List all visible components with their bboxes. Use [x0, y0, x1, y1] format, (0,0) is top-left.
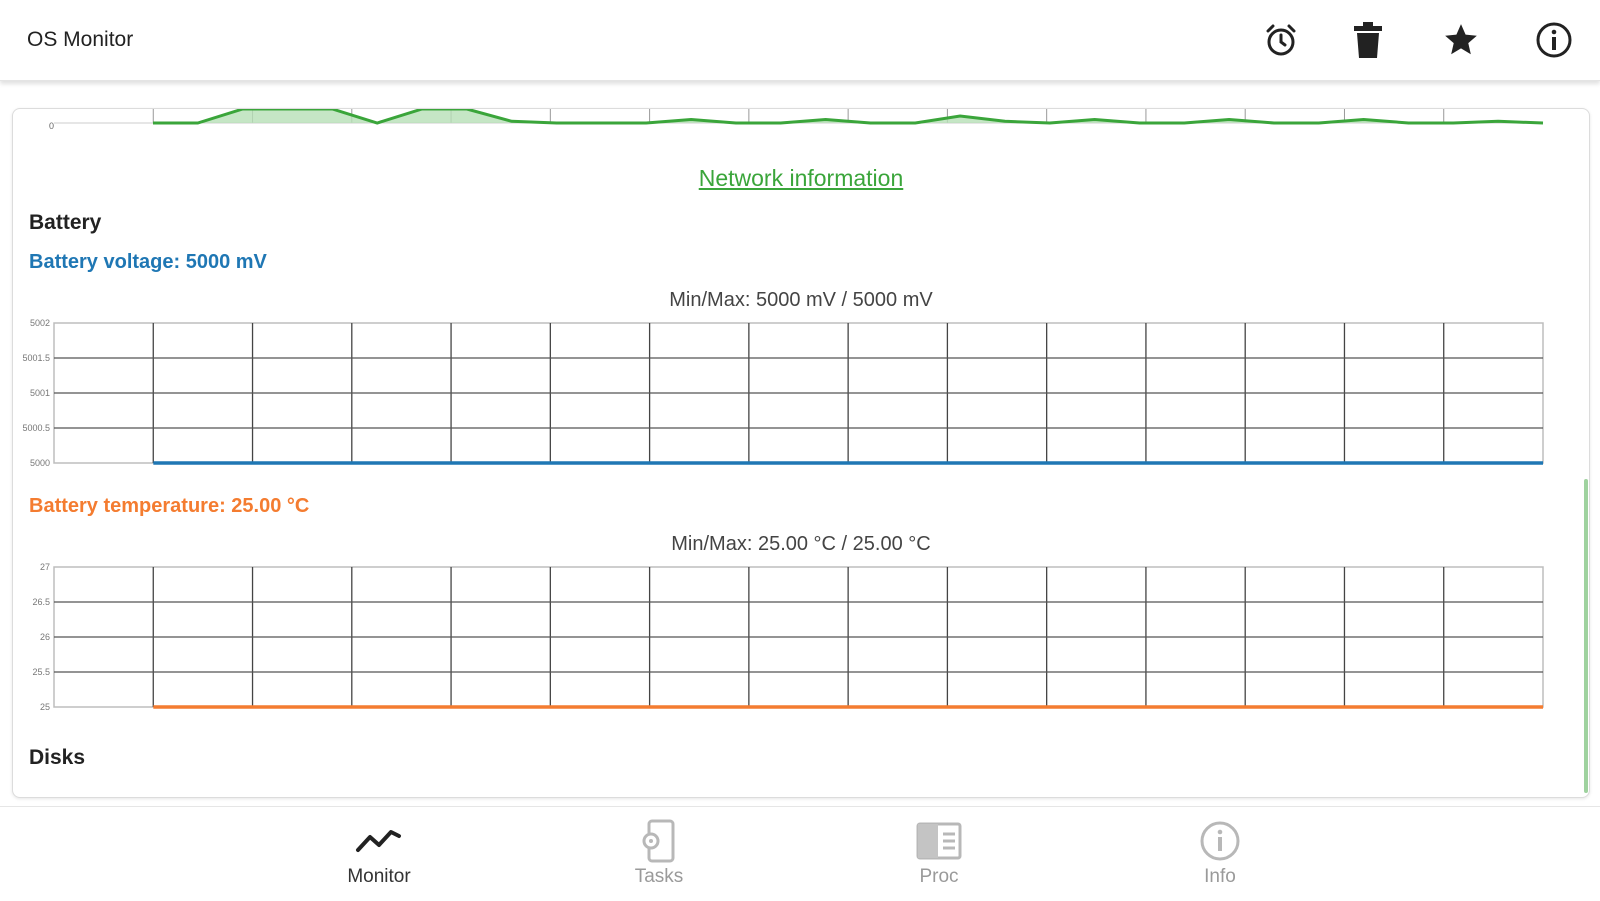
info-icon[interactable]	[1533, 19, 1575, 61]
proc-icon	[914, 821, 964, 861]
delete-icon[interactable]	[1347, 19, 1389, 61]
battery-temperature-label: Battery temperature: 25.00 °C	[29, 495, 310, 517]
info-icon	[1195, 821, 1245, 861]
star-icon[interactable]	[1440, 19, 1482, 61]
panel-scrollbar[interactable]	[1584, 479, 1588, 793]
network-chart: 0	[49, 109, 1544, 131]
nav-item-monitor[interactable]: Monitor	[309, 807, 449, 901]
battery-voltage-y-tick: 5000	[30, 458, 50, 468]
battery-temperature-y-tick: 27	[40, 562, 50, 572]
battery-voltage-y-tick: 5000.5	[22, 423, 50, 433]
battery-temperature-y-tick: 26.5	[32, 597, 50, 607]
network-information-link[interactable]: Network information	[13, 165, 1589, 192]
battery-temperature-y-tick: 26	[40, 632, 50, 642]
app-bar: OS Monitor	[0, 0, 1600, 81]
battery-voltage-label: Battery voltage: 5000 mV	[29, 251, 267, 273]
nav-item-tasks[interactable]: Tasks	[589, 807, 729, 901]
tasks-icon	[634, 819, 684, 863]
battery-section-title: Battery	[29, 211, 102, 234]
monitor-panel: 0 Network information Battery Battery vo…	[12, 108, 1590, 798]
battery-voltage-y-tick: 5002	[30, 318, 50, 328]
nav-label-monitor: Monitor	[347, 866, 411, 887]
disks-section-title: Disks	[29, 746, 86, 769]
nav-label-tasks: Tasks	[634, 866, 684, 887]
battery-voltage-y-tick: 5001.5	[22, 353, 50, 363]
nav-item-info[interactable]: Info	[1150, 807, 1290, 901]
battery-voltage-y-tick: 5001	[30, 388, 50, 398]
bottom-navigation: Monitor Tasks Proc Info	[0, 806, 1600, 901]
battery-voltage-chart: 5002 5001.5 5001 5000.5 5000	[22, 318, 1544, 468]
nav-item-proc[interactable]: Proc	[869, 807, 1009, 901]
alarm-icon[interactable]	[1260, 19, 1302, 61]
battery-voltage-minmax: Min/Max: 5000 mV / 5000 mV	[669, 289, 933, 311]
nav-label-proc: Proc	[919, 866, 959, 887]
battery-temperature-chart: 27 26.5 26 25.5 25	[32, 562, 1544, 712]
battery-temperature-minmax: Min/Max: 25.00 °C / 25.00 °C	[671, 533, 931, 555]
chart-line-icon	[354, 821, 404, 861]
network-y-tick: 0	[49, 121, 54, 131]
app-title: OS Monitor	[27, 28, 134, 51]
battery-temperature-y-tick: 25	[40, 702, 50, 712]
nav-label-info: Info	[1204, 866, 1236, 887]
battery-temperature-y-tick: 25.5	[32, 667, 50, 677]
